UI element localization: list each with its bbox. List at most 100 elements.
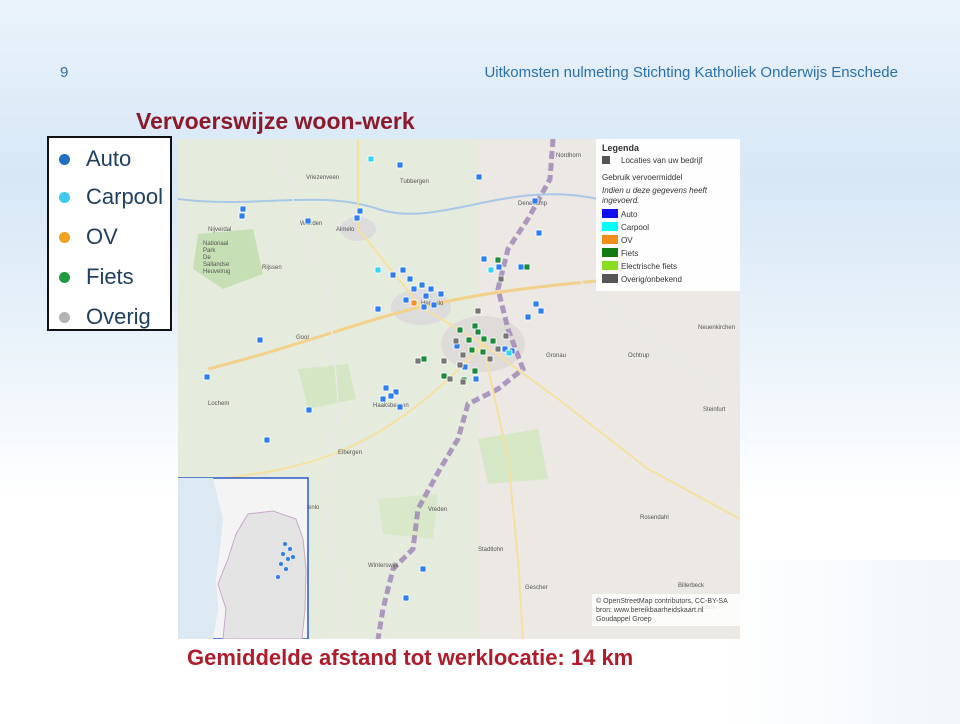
place-label: Eibergen [338, 450, 362, 456]
legend-item-carpool: Carpool [59, 182, 163, 212]
marker-fiets [468, 346, 476, 354]
marker-auto [374, 305, 382, 313]
place-label: Steinfurt [703, 407, 726, 413]
place-label: Winterswijk [368, 563, 399, 569]
marker-auto [256, 336, 264, 344]
commute-map[interactable]: NordhornVriezenveenTubbergenDenekampWier… [178, 139, 740, 639]
marker-overig [414, 357, 422, 365]
marker-fiets [456, 326, 464, 334]
inset-marker [286, 557, 290, 561]
marker-auto [387, 392, 395, 400]
marker-auto [304, 217, 312, 225]
inset-map [178, 477, 309, 639]
marker-fiets [489, 337, 497, 345]
inset-marker [279, 562, 283, 566]
marker-overig [497, 275, 505, 283]
marker-overig [459, 351, 467, 359]
marker-overig [486, 355, 494, 363]
park-label-line: Park [203, 248, 216, 254]
place-label: Gescher [525, 585, 548, 591]
place-label: Gronau [546, 353, 566, 359]
marker-carpool [487, 266, 495, 274]
marker-auto [239, 205, 247, 213]
park-label-line: Nationaal [203, 241, 228, 247]
place-label: Neuenkirchen [698, 325, 735, 331]
marker-fiets [420, 355, 428, 363]
map-legend-item-label: Carpool [621, 223, 649, 232]
legend-label: Auto [86, 146, 132, 171]
marker-auto [537, 307, 545, 315]
marker-auto [495, 263, 503, 271]
marker-auto [437, 290, 445, 298]
park-label-line: De [203, 255, 211, 261]
marker-overig [452, 337, 460, 345]
place-label: Nordhorn [556, 153, 581, 159]
marker-fiets [480, 335, 488, 343]
auto-dot-icon [59, 153, 70, 165]
inset-marker [291, 555, 295, 559]
place-label: Vreden [428, 507, 447, 513]
map-credits: © OpenStreetMap contributors, CC-BY-SA b… [592, 594, 740, 626]
place-label: Goor [296, 335, 309, 341]
average-distance-text: Gemiddelde afstand tot werklocatie: 14 k… [187, 645, 634, 670]
ov-dot-icon [59, 231, 70, 243]
marker-carpool [505, 349, 513, 357]
marker-overig [502, 332, 510, 340]
inset-marker [281, 552, 285, 556]
marker-carpool [367, 155, 375, 163]
marker-fiets [471, 322, 479, 330]
marker-auto [402, 296, 410, 304]
marker-auto [410, 285, 418, 293]
map-legend-title: Legenda [602, 143, 640, 153]
legend-item-auto: Auto [59, 144, 131, 174]
marker-fiets [440, 372, 448, 380]
marker-auto [419, 565, 427, 573]
map-legend-item-label: OV [621, 236, 633, 245]
marker-overig [474, 307, 482, 315]
marker-auto [422, 292, 430, 300]
overig-dot-icon [59, 311, 70, 323]
marker-auto [379, 395, 387, 403]
credit-company: Goudappel Groep [596, 616, 652, 623]
park-label-line: Heuvelrug [203, 269, 230, 275]
map-legend-note: ingevoerd. [602, 196, 639, 205]
forest-area [378, 494, 438, 539]
inset-marker [283, 542, 287, 546]
legend-label: Overig [86, 304, 151, 329]
marker-overig [446, 375, 454, 383]
map-canvas: NordhornVriezenveenTubbergenDenekampWier… [178, 139, 740, 639]
marker-auto [396, 161, 404, 169]
map-legend-note: Indien u deze gegevens heeft [602, 186, 708, 195]
marker-auto [420, 303, 428, 311]
map-legend-section: Gebruik vervoermiddel [602, 173, 683, 182]
legend-label: OV [86, 224, 118, 249]
map-legend-swatch [602, 261, 618, 270]
marker-auto [399, 266, 407, 274]
slide-number: 9 [60, 64, 69, 81]
legend-item-ov: OV [59, 222, 118, 252]
map-legend-item-label: Fiets [621, 249, 638, 258]
marker-auto [263, 436, 271, 444]
credit-osm: © OpenStreetMap contributors, CC-BY-SA [596, 597, 728, 605]
marker-auto [396, 403, 404, 411]
marker-fiets [523, 263, 531, 271]
marker-auto [531, 197, 539, 205]
marker-ov [410, 299, 418, 307]
marker-auto [472, 375, 480, 383]
map-legend-locations: Locaties van uw bedrijf [621, 156, 703, 165]
legend-item-fiets: Fiets [59, 262, 134, 292]
place-label: Rosendahl [640, 515, 669, 521]
legend-label: Carpool [86, 184, 164, 209]
place-label: Tubbergen [400, 179, 429, 185]
marker-fiets [479, 348, 487, 356]
map-legend-swatch [602, 235, 618, 244]
inset-marker [284, 567, 288, 571]
marker-auto [356, 207, 364, 215]
inset-marker [288, 547, 292, 551]
map-legend-item-label: Electrische fiets [621, 262, 677, 271]
marker-overig [440, 357, 448, 365]
marker-auto [382, 384, 390, 392]
place-label: Ochtrup [628, 353, 650, 359]
marker-carpool [374, 266, 382, 274]
inset-sea [178, 478, 223, 639]
